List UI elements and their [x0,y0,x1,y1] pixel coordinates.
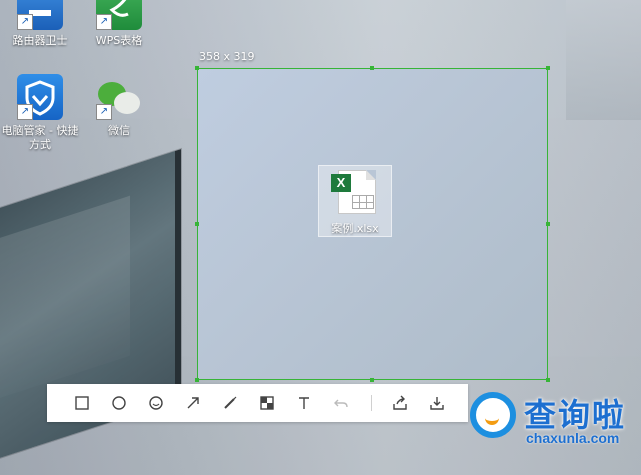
text-icon [299,397,309,409]
site-watermark: 查询啦 chaxunla.com [468,384,641,456]
desktop-wallpaper-shape [566,0,641,120]
save-button[interactable] [426,392,448,414]
desktop-icon-pc-manager[interactable]: ↗ 电脑管家 - 快捷方式 [0,74,80,152]
selection-size-label: 358 x 319 [199,50,255,63]
wps-spreadsheet-icon: ↗ [96,0,142,30]
share-icon [393,395,407,410]
arrow-icon [187,397,199,409]
watermark-domain: chaxunla.com [526,430,620,446]
desktop-icon-router-guard[interactable]: ↗ 路由器卫士 [0,0,80,48]
pc-manager-icon: ↗ [17,74,63,120]
spreadsheet-grid-icon [352,195,374,209]
toolbar-divider [371,395,372,411]
smiley-icon [149,396,163,410]
wechat-icon: ↗ [96,74,142,120]
capture-toolbar [47,384,468,422]
shortcut-arrow-icon: ↗ [17,14,33,30]
resize-handle-bottom[interactable] [370,378,374,382]
resize-handle-bottom-left[interactable] [195,378,199,382]
desktop-icon-wechat[interactable]: ↗ 微信 [79,74,159,138]
emoji-tool[interactable] [145,392,167,414]
desktop-icon-label: 微信 [108,124,130,137]
resize-handle-top-left[interactable] [195,66,199,70]
shortcut-arrow-icon: ↗ [96,14,112,30]
shortcut-arrow-icon: ↗ [17,104,33,120]
desktop-wallpaper-panel [0,149,181,471]
brush-icon [224,396,237,409]
pen-tool[interactable] [219,392,241,414]
shortcut-arrow-icon: ↗ [96,104,112,120]
resize-handle-bottom-right[interactable] [546,378,550,382]
ellipse-tool[interactable] [108,392,130,414]
resize-handle-top-right[interactable] [546,66,550,70]
resize-handle-top[interactable] [370,66,374,70]
undo-icon [334,399,348,408]
rectangle-tool[interactable] [71,392,93,414]
desktop-icon-wps-spreadsheet[interactable]: ↗ WPS表格 [79,0,159,48]
arrow-tool[interactable] [182,392,204,414]
undo-button[interactable] [330,392,352,414]
download-icon [430,397,444,410]
mosaic-tool[interactable] [256,392,278,414]
share-button[interactable] [389,392,411,414]
desktop-icon-label: WPS表格 [95,34,143,47]
desktop-icon-label: 电脑管家 - 快捷方式 [1,124,79,151]
circle-icon [112,396,126,410]
text-tool[interactable] [293,392,315,414]
router-guard-icon: ↗ [17,0,63,30]
file-name-label: 案例.xlsx [331,222,379,235]
excel-file-item[interactable]: X 案例.xlsx [318,165,392,237]
desktop-icon-label: 路由器卫士 [12,34,68,47]
magnifier-logo-icon [470,392,516,438]
mosaic-icon [260,396,274,410]
resize-handle-right[interactable] [546,222,550,226]
resize-handle-left[interactable] [195,222,199,226]
excel-badge: X [331,174,351,192]
square-icon [75,396,89,410]
